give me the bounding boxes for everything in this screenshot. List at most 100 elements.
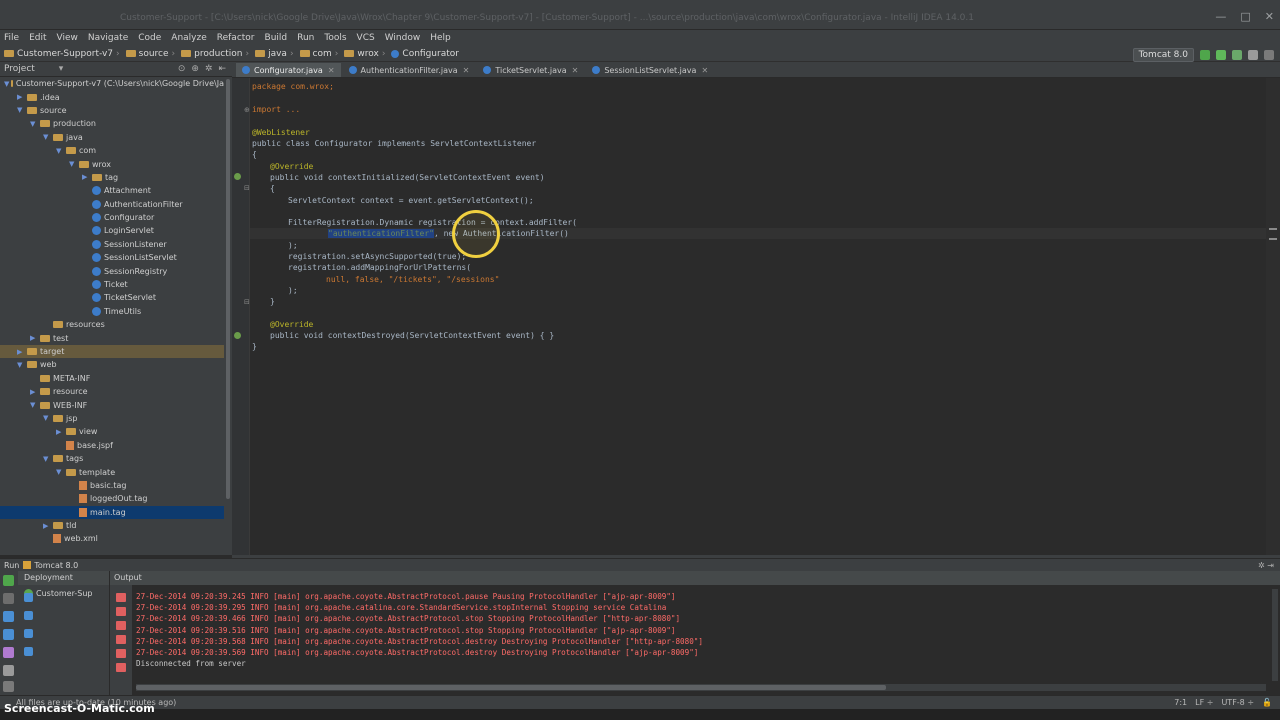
tree-item[interactable]: loggedOut.tag — [0, 492, 224, 505]
fold-icon[interactable]: ⊕ — [244, 106, 250, 114]
chevron-right-icon[interactable]: ▶ — [17, 348, 25, 356]
menu-tools[interactable]: Tools — [324, 33, 346, 43]
tree-item[interactable]: TimeUtils — [0, 305, 224, 318]
fold-icon[interactable]: ⊟ — [244, 298, 250, 306]
breadcrumb-item[interactable]: wrox › — [344, 49, 385, 59]
chevron-down-icon[interactable]: ▼ — [43, 455, 51, 463]
menu-vcs[interactable]: VCS — [357, 33, 375, 43]
import-statement[interactable]: import ... — [252, 105, 300, 114]
chevron-right-icon[interactable]: ▶ — [43, 522, 51, 530]
override-icon[interactable] — [234, 173, 241, 180]
menu-build[interactable]: Build — [265, 33, 288, 43]
tree-item[interactable]: SessionListServlet — [0, 251, 224, 264]
chevron-down-icon[interactable]: ▼ — [56, 147, 64, 155]
scroll-end-icon[interactable] — [116, 635, 126, 644]
chevron-down-icon[interactable]: ▼ — [30, 401, 38, 409]
menu-navigate[interactable]: Navigate — [88, 33, 128, 43]
tree-item[interactable]: resources — [0, 318, 224, 331]
console-log[interactable]: 27-Dec-2014 09:20:39.245 INFO [main] org… — [136, 591, 703, 669]
tree-item[interactable]: ▼ tags — [0, 452, 224, 465]
chevron-down-icon[interactable]: ▼ — [69, 160, 77, 168]
tree-item[interactable]: basic.tag — [0, 479, 224, 492]
selected-string[interactable]: "authenticationFilter" — [328, 229, 434, 238]
tree-item[interactable]: SessionListener — [0, 238, 224, 251]
menu-window[interactable]: Window — [385, 33, 421, 43]
tab-ticket-servlet[interactable]: TicketServlet.java ✕ — [477, 63, 584, 77]
project-panel-title[interactable]: Project — [4, 64, 35, 74]
tree-item[interactable]: ▶ tag — [0, 171, 224, 184]
chevron-down-icon[interactable]: ▼ — [17, 106, 25, 114]
add-icon[interactable] — [24, 611, 33, 620]
tab-configurator[interactable]: Configurator.java ✕ — [236, 63, 341, 77]
wrap-icon[interactable] — [116, 621, 126, 630]
gear-icon[interactable]: ✲ — [205, 64, 213, 74]
menu-file[interactable]: File — [4, 33, 19, 43]
run-panel-title[interactable]: Run — [4, 561, 19, 570]
chevron-down-icon[interactable]: ▼ — [56, 468, 64, 476]
menu-help[interactable]: Help — [430, 33, 451, 43]
override-icon[interactable] — [234, 332, 241, 339]
stop-icon[interactable] — [3, 593, 14, 604]
breadcrumb-item[interactable]: java › — [255, 49, 294, 59]
tree-item[interactable]: AuthenticationFilter — [0, 198, 224, 211]
tree-item[interactable]: ▼ WEB-INF — [0, 398, 224, 411]
breadcrumb-item[interactable]: production › — [181, 49, 249, 59]
remove-icon[interactable] — [24, 629, 33, 638]
maximize-icon[interactable]: □ — [1240, 10, 1250, 23]
menu-view[interactable]: View — [57, 33, 78, 43]
tree-item[interactable]: Attachment — [0, 184, 224, 197]
run-config-label[interactable]: Tomcat 8.0 — [34, 561, 78, 570]
breadcrumb-item[interactable]: com › — [299, 49, 338, 59]
tree-item[interactable]: LoginServlet — [0, 224, 224, 237]
project-scrollbar[interactable] — [224, 77, 232, 555]
tree-item[interactable]: ▼ production — [0, 117, 224, 130]
editor-gutter[interactable]: ⊕ ⊟ ⊟ — [232, 78, 250, 555]
error-stripe[interactable] — [1266, 78, 1280, 555]
tree-item[interactable]: ▶ view — [0, 425, 224, 438]
print-icon[interactable] — [116, 649, 126, 658]
tree-item[interactable]: main.tag — [0, 505, 224, 519]
collapse-icon[interactable]: ⊕ — [191, 64, 199, 74]
scrollbar-thumb[interactable] — [226, 79, 230, 499]
tree-item[interactable]: Ticket — [0, 278, 224, 291]
close-icon[interactable]: ✕ — [463, 66, 470, 75]
tree-item[interactable]: ▼ java — [0, 131, 224, 144]
run-icon[interactable] — [1200, 50, 1210, 60]
deploy-icon[interactable] — [3, 629, 14, 640]
tree-item[interactable]: ▼ template — [0, 465, 224, 478]
stripe-marker[interactable] — [1269, 238, 1277, 240]
tree-item[interactable]: SessionRegistry — [0, 264, 224, 277]
breadcrumb-item[interactable]: source › — [125, 49, 175, 59]
tree-item[interactable]: META-INF — [0, 372, 224, 385]
stop-icon[interactable] — [1248, 50, 1258, 60]
close-icon[interactable]: ✕ — [572, 66, 579, 75]
minimize-icon[interactable]: — — [1215, 10, 1226, 23]
line-separator[interactable]: LF ÷ — [1195, 698, 1213, 707]
menu-run[interactable]: Run — [297, 33, 314, 43]
menu-edit[interactable]: Edit — [29, 33, 46, 43]
hide-icon[interactable]: ⇥ — [1267, 561, 1274, 570]
coverage-icon[interactable] — [1232, 50, 1242, 60]
menu-analyze[interactable]: Analyze — [171, 33, 206, 43]
tree-item[interactable]: ▶ .idea — [0, 90, 224, 103]
chevron-right-icon[interactable]: ▶ — [56, 428, 64, 436]
chevron-down-icon[interactable]: ▼ — [43, 414, 51, 422]
tree-item[interactable]: ▶ resource — [0, 385, 224, 398]
run-config-select[interactable]: Tomcat 8.0 — [1132, 48, 1194, 62]
tree-item[interactable]: ▼ com — [0, 144, 224, 157]
tab-session-list-servlet[interactable]: SessionListServlet.java ✕ — [586, 63, 714, 77]
rerun-icon[interactable] — [3, 575, 14, 586]
stripe-marker[interactable] — [1269, 228, 1277, 230]
code-editor[interactable]: package com.wrox; import ... @WebListene… — [250, 78, 1266, 555]
close-icon[interactable]: ✕ — [1265, 10, 1274, 23]
tab-authentication-filter[interactable]: AuthenticationFilter.java ✕ — [343, 63, 476, 77]
debug-icon[interactable] — [1216, 50, 1226, 60]
caret-position[interactable]: 7:1 — [1174, 698, 1187, 707]
tree-item[interactable]: base.jspf — [0, 439, 224, 452]
edit-icon[interactable] — [24, 647, 33, 656]
lock-icon[interactable]: 🔓 — [1262, 698, 1272, 707]
pin-icon[interactable] — [3, 665, 14, 676]
chevron-down-icon[interactable]: ▾ — [59, 64, 64, 74]
tree-item[interactable]: ▶ target — [0, 344, 224, 359]
tree-item[interactable]: ▼ jsp — [0, 412, 224, 425]
